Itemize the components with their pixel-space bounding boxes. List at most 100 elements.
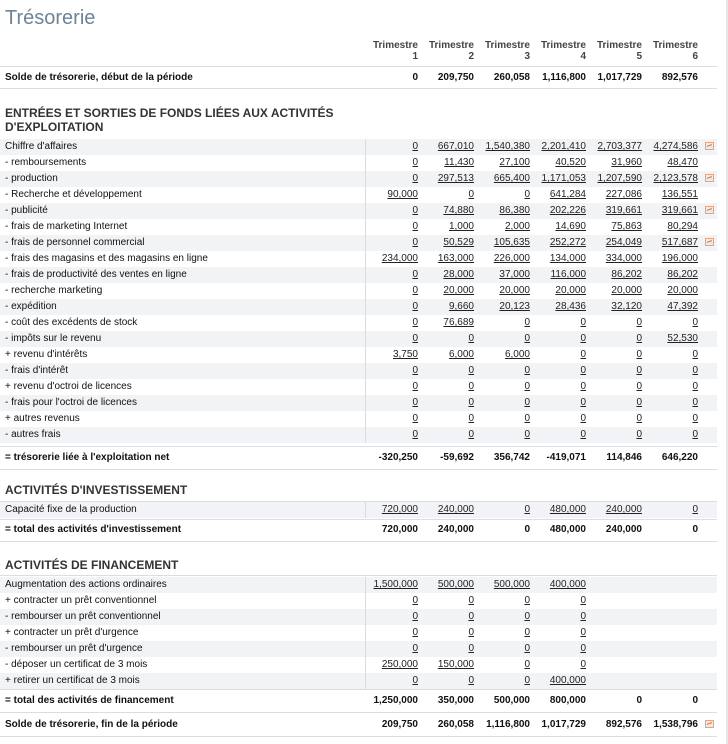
value-input-cell[interactable]: 0 <box>478 189 530 200</box>
value-input-cell[interactable]: 136,551 <box>646 189 698 200</box>
value-input-cell[interactable]: 0 <box>366 157 418 168</box>
value-input-cell[interactable]: 4,274,586 <box>646 141 699 152</box>
value-input-cell[interactable]: 0 <box>478 333 530 344</box>
value-input-cell[interactable]: 254,049 <box>590 237 642 248</box>
value-input-cell[interactable]: 86,202 <box>646 269 698 280</box>
value-input-cell[interactable]: 1,171,053 <box>534 173 587 184</box>
value-input-cell[interactable]: 0 <box>422 627 474 638</box>
value-input-cell[interactable]: 0 <box>478 595 530 606</box>
value-input-cell[interactable]: 20,000 <box>422 285 474 296</box>
value-input-cell[interactable]: 28,000 <box>422 269 474 280</box>
value-input-cell[interactable]: 0 <box>366 675 418 686</box>
chart-icon[interactable] <box>705 720 714 728</box>
value-input-cell[interactable]: 20,000 <box>590 285 642 296</box>
value-input-cell[interactable]: 667,010 <box>422 141 474 152</box>
value-input-cell[interactable]: 0 <box>534 413 586 424</box>
value-input-cell[interactable]: 500,000 <box>478 579 530 590</box>
value-input-cell[interactable]: 400,000 <box>534 579 586 590</box>
value-input-cell[interactable]: 0 <box>422 595 474 606</box>
value-input-cell[interactable]: 0 <box>422 675 474 686</box>
value-input-cell[interactable]: 0 <box>534 397 586 408</box>
value-input-cell[interactable]: 86,380 <box>478 205 530 216</box>
value-input-cell[interactable]: 116,000 <box>534 269 586 280</box>
value-input-cell[interactable]: 50,529 <box>422 237 474 248</box>
value-input-cell[interactable]: 0 <box>422 333 474 344</box>
value-input-cell[interactable]: 0 <box>534 595 586 606</box>
value-input-cell[interactable]: 0 <box>478 643 530 654</box>
value-input-cell[interactable]: 1,000 <box>422 221 474 232</box>
value-input-cell[interactable]: 0 <box>478 429 530 440</box>
value-input-cell[interactable]: 14,690 <box>534 221 586 232</box>
value-input-cell[interactable]: 76,689 <box>422 317 474 328</box>
value-input-cell[interactable]: 0 <box>534 365 586 376</box>
value-input-cell[interactable]: 6,000 <box>478 349 530 360</box>
value-input-cell[interactable]: 334,000 <box>590 253 642 264</box>
value-input-cell[interactable]: 11,430 <box>422 157 474 168</box>
value-input-cell[interactable]: 0 <box>478 365 530 376</box>
value-input-cell[interactable]: 319,661 <box>590 205 642 216</box>
value-input-cell[interactable]: 163,000 <box>422 253 474 264</box>
value-input-cell[interactable]: 32,120 <box>590 301 642 312</box>
value-input-cell[interactable]: 252,272 <box>534 237 586 248</box>
value-input-cell[interactable]: 297,513 <box>422 173 474 184</box>
value-input-cell[interactable]: 74,880 <box>422 205 474 216</box>
value-input-cell[interactable]: 0 <box>422 643 474 654</box>
value-input-cell[interactable]: 0 <box>590 317 642 328</box>
value-input-cell[interactable]: 0 <box>422 381 474 392</box>
value-input-cell[interactable]: 0 <box>534 429 586 440</box>
value-input-cell[interactable]: 0 <box>478 504 530 515</box>
value-input-cell[interactable]: 319,661 <box>646 205 698 216</box>
value-input-cell[interactable]: 0 <box>422 413 474 424</box>
value-input-cell[interactable]: 196,000 <box>646 253 698 264</box>
value-input-cell[interactable]: 134,000 <box>534 253 586 264</box>
chart-icon[interactable] <box>705 238 714 246</box>
value-input-cell[interactable]: 47,392 <box>646 301 698 312</box>
chart-icon[interactable] <box>705 174 714 182</box>
chart-icon[interactable] <box>705 206 714 214</box>
value-input-cell[interactable]: 0 <box>534 643 586 654</box>
value-input-cell[interactable]: 0 <box>366 269 418 280</box>
value-input-cell[interactable]: 400,000 <box>534 675 586 686</box>
value-input-cell[interactable]: 0 <box>422 429 474 440</box>
value-input-cell[interactable]: 0 <box>422 189 474 200</box>
value-input-cell[interactable]: 480,000 <box>534 504 586 515</box>
value-input-cell[interactable]: 1,500,000 <box>366 579 419 590</box>
value-input-cell[interactable]: 0 <box>590 333 642 344</box>
value-input-cell[interactable]: 0 <box>534 317 586 328</box>
value-input-cell[interactable]: 0 <box>478 627 530 638</box>
value-input-cell[interactable]: 240,000 <box>422 504 474 515</box>
value-input-cell[interactable]: 1,207,590 <box>590 173 643 184</box>
value-input-cell[interactable]: 0 <box>366 413 418 424</box>
value-input-cell[interactable]: 0 <box>478 317 530 328</box>
value-input-cell[interactable]: 86,202 <box>590 269 642 280</box>
value-input-cell[interactable]: 0 <box>366 237 418 248</box>
value-input-cell[interactable]: 0 <box>534 611 586 622</box>
value-input-cell[interactable]: 0 <box>534 333 586 344</box>
value-input-cell[interactable]: 80,294 <box>646 221 698 232</box>
value-input-cell[interactable]: 3,750 <box>366 349 418 360</box>
value-input-cell[interactable]: 0 <box>646 381 698 392</box>
value-input-cell[interactable]: 0 <box>534 349 586 360</box>
value-input-cell[interactable]: 27,100 <box>478 157 530 168</box>
value-input-cell[interactable]: 202,226 <box>534 205 586 216</box>
value-input-cell[interactable]: 0 <box>646 317 698 328</box>
value-input-cell[interactable]: 0 <box>590 429 642 440</box>
value-input-cell[interactable]: 0 <box>590 365 642 376</box>
value-input-cell[interactable]: 0 <box>534 381 586 392</box>
value-input-cell[interactable]: 37,000 <box>478 269 530 280</box>
value-input-cell[interactable]: 0 <box>534 627 586 638</box>
value-input-cell[interactable]: 0 <box>366 381 418 392</box>
value-input-cell[interactable]: 0 <box>646 429 698 440</box>
value-input-cell[interactable]: 2,703,377 <box>590 141 643 152</box>
value-input-cell[interactable]: 240,000 <box>590 504 642 515</box>
chart-icon[interactable] <box>705 142 714 150</box>
value-input-cell[interactable]: 20,000 <box>478 285 530 296</box>
value-input-cell[interactable]: 0 <box>590 349 642 360</box>
value-input-cell[interactable]: 226,000 <box>478 253 530 264</box>
value-input-cell[interactable]: 665,400 <box>478 173 530 184</box>
value-input-cell[interactable]: 0 <box>366 141 418 152</box>
value-input-cell[interactable]: 0 <box>478 381 530 392</box>
value-input-cell[interactable]: 641,284 <box>534 189 586 200</box>
value-input-cell[interactable]: 0 <box>422 611 474 622</box>
value-input-cell[interactable]: 250,000 <box>366 659 418 670</box>
